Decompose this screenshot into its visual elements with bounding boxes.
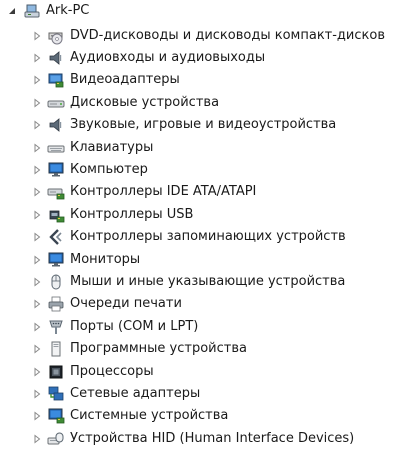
tree-item-label: Очереди печати <box>70 296 182 312</box>
usb-controller-icon <box>47 206 65 224</box>
collapse-arrow-icon[interactable] <box>6 5 18 17</box>
tree-item-label: Аудиовходы и аудиовыходы <box>70 49 266 65</box>
monitor-icon <box>47 161 65 179</box>
tree-item-17[interactable]: Системные устройства <box>0 405 410 427</box>
expand-arrow-icon[interactable] <box>31 209 43 221</box>
expand-arrow-icon[interactable] <box>31 142 43 154</box>
tree-item-0[interactable]: DVD-дисководы и дисководы компакт-дисков <box>0 25 410 47</box>
monitor-icon <box>47 251 65 269</box>
ide-controller-icon <box>47 183 65 201</box>
storage-controller-icon <box>47 228 65 246</box>
tree-item-label: Контроллеры IDE ATA/ATAPI <box>70 184 257 200</box>
tree-item-13[interactable]: Порты (COM и LPT) <box>0 316 410 338</box>
system-device-icon <box>47 407 65 425</box>
tree-item-15[interactable]: Процессоры <box>0 361 410 383</box>
tree-item-label: Процессоры <box>70 363 154 379</box>
tree-item-16[interactable]: Сетевые адаптеры <box>0 383 410 405</box>
tree-item-label: DVD-дисководы и дисководы компакт-дисков <box>70 27 385 43</box>
tree-item-label: Контроллеры запоминающих устройств <box>70 229 346 245</box>
tree-item-18[interactable]: Устройства HID (Human Interface Devices) <box>0 428 410 450</box>
tree-item-6[interactable]: Компьютер <box>0 159 410 181</box>
expand-arrow-icon[interactable] <box>31 343 43 355</box>
printer-icon <box>47 295 65 313</box>
network-adapter-icon <box>47 385 65 403</box>
tree-item-label: Сетевые адаптеры <box>70 385 201 401</box>
tree-item-label: Клавиатуры <box>70 139 154 155</box>
tree-root-ark-pc[interactable]: Ark-PC <box>0 0 410 22</box>
tree-item-label: Устройства HID (Human Interface Devices) <box>70 430 355 446</box>
root-label: Ark-PC <box>46 3 90 18</box>
expand-arrow-icon[interactable] <box>31 164 43 176</box>
expand-arrow-icon[interactable] <box>31 30 43 42</box>
display-adapter-icon <box>47 71 65 89</box>
expand-arrow-icon[interactable] <box>31 321 43 333</box>
tree-item-1[interactable]: Аудиовходы и аудиовыходы <box>0 47 410 69</box>
port-icon <box>47 318 65 336</box>
tree-item-8[interactable]: Контроллеры USB <box>0 204 410 226</box>
dvd-drive-icon <box>47 27 65 45</box>
tree-item-12[interactable]: Очереди печати <box>0 293 410 315</box>
expand-arrow-icon[interactable] <box>31 97 43 109</box>
software-device-icon <box>47 340 65 358</box>
disk-drive-icon <box>47 94 65 112</box>
expand-arrow-icon[interactable] <box>31 186 43 198</box>
tree-item-5[interactable]: Клавиатуры <box>0 137 410 159</box>
expand-arrow-icon[interactable] <box>31 298 43 310</box>
expand-arrow-icon[interactable] <box>31 254 43 266</box>
tree-item-label: Порты (COM и LPT) <box>70 318 199 334</box>
expand-arrow-icon[interactable] <box>31 74 43 86</box>
tree-item-4[interactable]: Звуковые, игровые и видеоустройства <box>0 114 410 136</box>
tree-item-label: Системные устройства <box>70 408 229 424</box>
tree-item-11[interactable]: Мыши и иные указывающие устройства <box>0 271 410 293</box>
expand-arrow-icon[interactable] <box>31 119 43 131</box>
expand-arrow-icon[interactable] <box>31 231 43 243</box>
expand-arrow-icon[interactable] <box>31 366 43 378</box>
expand-arrow-icon[interactable] <box>31 410 43 422</box>
expand-arrow-icon[interactable] <box>31 433 43 445</box>
expand-arrow-icon[interactable] <box>31 388 43 400</box>
mouse-icon <box>47 273 65 291</box>
tree-item-label: Контроллеры USB <box>70 206 194 222</box>
tree-item-label: Компьютер <box>70 161 148 177</box>
tree-item-2[interactable]: Видеоадаптеры <box>0 69 410 91</box>
tree-item-9[interactable]: Контроллеры запоминающих устройств <box>0 226 410 248</box>
tree-item-label: Дисковые устройства <box>70 94 220 110</box>
tree-item-10[interactable]: Мониторы <box>0 249 410 271</box>
tree-item-14[interactable]: Программные устройства <box>0 338 410 360</box>
keyboard-icon <box>47 139 65 157</box>
tree-item-3[interactable]: Дисковые устройства <box>0 92 410 114</box>
tree-item-label: Мыши и иные указывающие устройства <box>70 273 346 289</box>
tree-item-7[interactable]: Контроллеры IDE ATA/ATAPI <box>0 181 410 203</box>
computer-icon <box>23 2 41 20</box>
expand-arrow-icon[interactable] <box>31 52 43 64</box>
tree-item-label: Программные устройства <box>70 341 247 357</box>
tree-item-label: Мониторы <box>70 251 141 267</box>
tree-item-label: Звуковые, игровые и видеоустройства <box>70 117 337 133</box>
tree-item-label: Видеоадаптеры <box>70 72 180 88</box>
processor-icon <box>47 363 65 381</box>
expand-arrow-icon[interactable] <box>31 276 43 288</box>
speaker-icon <box>47 116 65 134</box>
speaker-icon <box>47 49 65 67</box>
hid-icon <box>47 430 65 448</box>
